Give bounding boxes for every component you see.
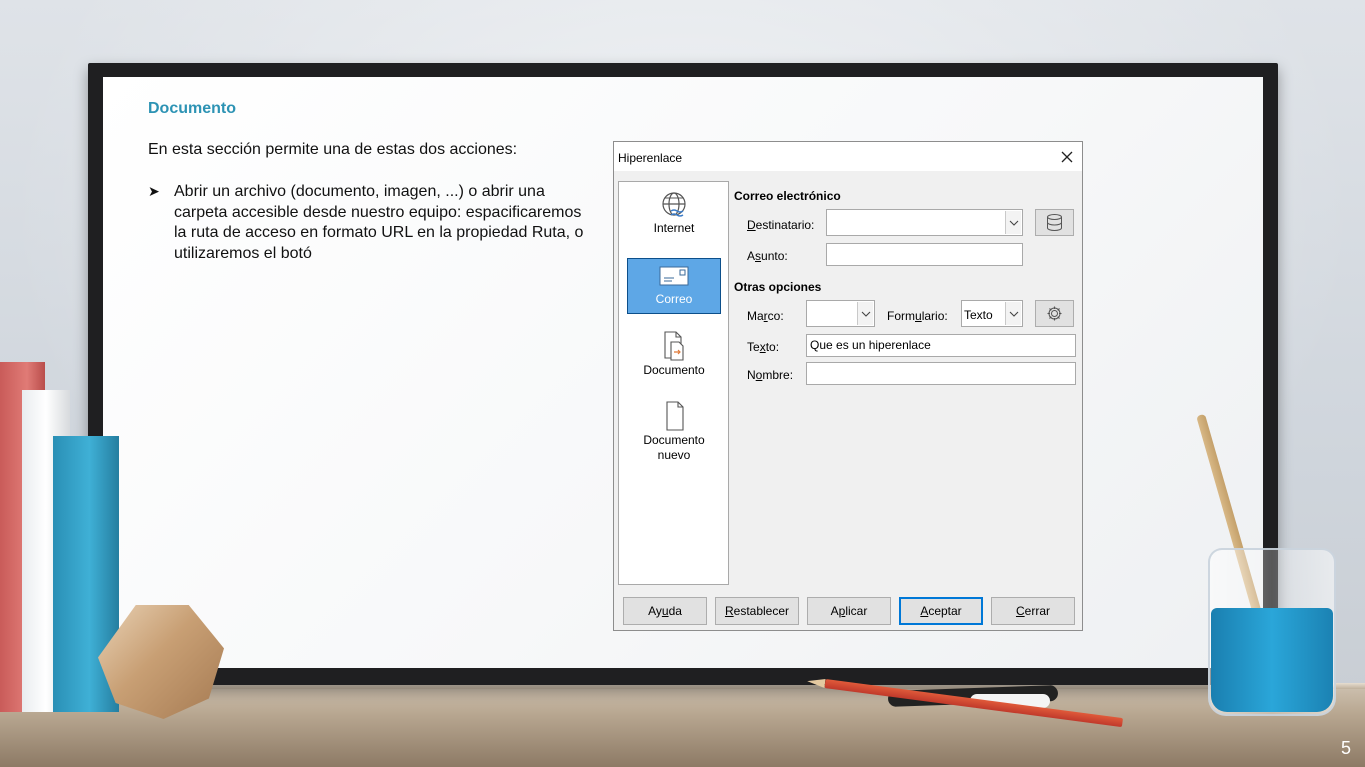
hyperlink-dialog: Hiperenlace Internet Correo Documento Do… [613,141,1083,631]
jar-water [1211,608,1333,712]
database-icon [1047,214,1062,231]
nav-item-documento[interactable]: Documento [627,328,721,384]
mail-icon [659,266,689,286]
document-icon [664,331,684,361]
hyperlink-type-panel: Internet Correo Documento Documento nuev… [618,181,729,585]
apply-button[interactable]: Aplicar [807,597,891,625]
slide-title: Documento [148,100,236,117]
recipient-combobox[interactable] [826,209,1023,236]
close-icon[interactable] [1058,148,1076,166]
subject-input[interactable] [826,243,1023,266]
new-document-icon [666,401,684,431]
nav-label-correo: Correo [655,292,693,306]
form-combobox[interactable]: Texto [961,300,1023,327]
form-value: Texto [964,308,993,322]
close-button[interactable]: Cerrar [991,597,1075,625]
section-title-correo: Correo electrónico [734,189,841,203]
nav-item-internet[interactable]: Internet [627,188,721,244]
name-label: Nombre: [747,368,794,382]
nav-label-documento: Documento [643,363,705,377]
nav-item-documento-nuevo[interactable]: Documento nuevo [627,398,721,468]
section-title-otras-opciones: Otras opciones [734,280,822,294]
chevron-down-icon[interactable] [857,302,873,325]
ok-button[interactable]: Aceptar [899,597,983,625]
globe-icon [662,192,686,217]
dialog-titlebar: Hiperenlace [614,142,1082,172]
events-button[interactable] [1035,300,1074,327]
bullet-text: Abrir un archivo (documento, imagen, ...… [174,183,584,262]
data-sources-button[interactable] [1035,209,1074,236]
gear-icon [1047,306,1062,321]
form-label: Formulario: [887,309,948,323]
dialog-title: Hiperenlace [618,151,683,165]
nav-label-internet: Internet [653,221,695,235]
arrow-bullet-icon: ➤ [148,183,160,199]
slide-intro-text: En esta sección permite una de estas dos… [148,141,518,158]
frame-combobox[interactable] [806,300,875,327]
frame-label: Marco: [747,309,784,323]
page-number: 5 [1340,738,1351,758]
reset-button[interactable]: Restablecer [715,597,799,625]
nav-item-correo[interactable]: Correo [627,258,721,314]
chevron-down-icon[interactable] [1005,302,1021,325]
nav-label-documento-nuevo: Documento nuevo [643,433,705,462]
subject-label: Asunto: [747,249,788,263]
text-label: Texto: [747,340,780,354]
text-input[interactable]: Que es un hiperenlace [806,334,1076,357]
recipient-label: Destinatario: [747,218,815,232]
chevron-down-icon[interactable] [1005,211,1021,234]
name-input[interactable] [806,362,1076,385]
help-button[interactable]: Ayuda [623,597,707,625]
